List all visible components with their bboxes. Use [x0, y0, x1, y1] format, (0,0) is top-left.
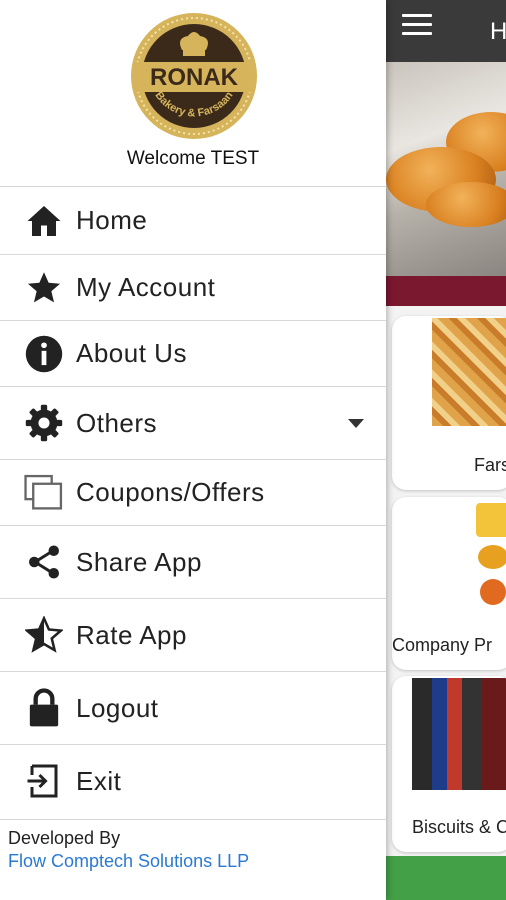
menu-label: Home	[76, 205, 148, 235]
category-card[interactable]: Company Pr	[392, 497, 506, 670]
share-icon	[22, 540, 66, 584]
menu-item-coupons-offers[interactable]: Coupons/Offers	[0, 459, 386, 525]
exit-icon	[22, 759, 66, 803]
lock-icon	[22, 686, 66, 730]
bottom-action-bar[interactable]	[386, 856, 506, 900]
developed-by-text: Developed By	[8, 828, 121, 848]
brand-logo	[480, 579, 506, 605]
banner-indicator-bar	[386, 276, 506, 306]
menu-label: Rate App	[76, 619, 187, 650]
menu-item-rate-app[interactable]: Rate App	[0, 598, 386, 671]
category-image	[432, 318, 506, 426]
menu-item-my-account[interactable]: My Account	[0, 254, 386, 320]
background-app: H Fars Company Pr Biscuits & C	[386, 0, 506, 900]
menu-label: Exit	[76, 765, 122, 796]
menu-item-logout[interactable]: Logout	[0, 671, 386, 744]
menu-label: Share App	[76, 546, 202, 577]
hamburger-menu-icon[interactable]	[402, 14, 432, 36]
star-icon	[22, 266, 66, 310]
gear-icon	[22, 401, 66, 445]
menu-item-others[interactable]: Others	[0, 386, 386, 459]
menu-label: My Account	[76, 272, 216, 302]
logo-brand-text: RONAK	[150, 64, 239, 91]
toolbar-title: H	[490, 18, 506, 45]
rate-star-icon	[22, 613, 66, 657]
banner-image	[386, 62, 506, 276]
category-label: Fars	[474, 455, 506, 475]
menu-label: Logout	[76, 692, 159, 723]
category-card[interactable]: Fars	[392, 316, 506, 490]
menu-item-about-us[interactable]: About Us	[0, 320, 386, 386]
menu-label: Others	[76, 407, 158, 438]
category-label: Biscuits & C	[412, 817, 506, 837]
app-toolbar: H	[386, 0, 506, 62]
brand-logo	[478, 545, 506, 569]
coupons-icon	[22, 471, 66, 515]
category-image	[412, 678, 506, 790]
ronak-logo: RONAK Bakery & Farsaan	[131, 13, 257, 139]
info-icon	[22, 332, 66, 376]
developer-link[interactable]: Flow Comptech Solutions LLP	[8, 851, 386, 872]
navigation-drawer: RONAK Bakery & Farsaan Welcome TEST Home…	[0, 0, 386, 900]
drawer-footer: Developed By Flow Comptech Solutions LLP	[0, 819, 386, 872]
menu-label: About Us	[76, 338, 187, 368]
category-card[interactable]: Biscuits & C	[392, 676, 506, 852]
home-icon	[22, 199, 66, 243]
menu-item-home[interactable]: Home	[0, 186, 386, 254]
category-label: Company Pr	[392, 635, 493, 655]
brand-logo	[476, 503, 506, 537]
welcome-text: Welcome TEST	[126, 148, 260, 169]
drawer-header: RONAK Bakery & Farsaan Welcome TEST	[0, 0, 386, 186]
menu-item-share-app[interactable]: Share App	[0, 525, 386, 598]
chevron-down-icon[interactable]	[348, 419, 364, 428]
menu-label: Coupons/Offers	[76, 477, 265, 507]
menu-item-exit[interactable]: Exit	[0, 744, 386, 817]
